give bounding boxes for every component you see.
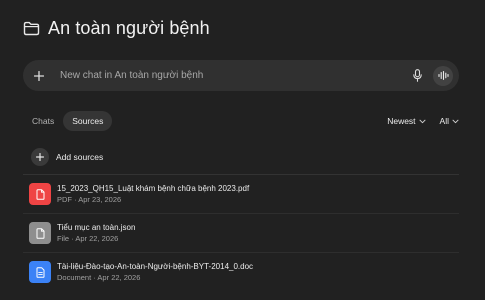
source-name: 15_2023_QH15_Luật khám bệnh chữa bệnh 20… <box>57 184 250 193</box>
add-sources-button[interactable]: Add sources <box>23 146 459 175</box>
source-meta: PDF · Apr 23, 2026 <box>57 195 122 204</box>
generic-file-icon <box>29 222 51 244</box>
document-file-icon <box>29 261 51 283</box>
type-filter-label: All <box>439 116 449 126</box>
new-chat-composer[interactable] <box>23 60 459 91</box>
source-item-doc[interactable]: Tài-liệu-Đào-tạo-An-toàn-Người-bệnh-BYT-… <box>23 253 459 291</box>
microphone-icon[interactable] <box>411 69 423 83</box>
source-name: Tài-liệu-Đào-tạo-An-toàn-Người-bệnh-BYT-… <box>57 262 254 271</box>
project-page: An toàn người bệnh New chat in An toàn n… <box>0 0 485 300</box>
plus-icon <box>31 148 49 166</box>
sort-dropdown[interactable]: Newest <box>387 116 426 126</box>
sort-dropdown-label: Newest <box>387 116 416 126</box>
chevron-down-icon <box>419 119 426 124</box>
project-header: An toàn người bệnh <box>23 0 459 56</box>
voice-mode-button[interactable] <box>433 65 453 86</box>
tabs-row: Chats Sources Newest All <box>23 110 459 132</box>
type-filter-dropdown[interactable]: All <box>440 116 459 126</box>
folder-icon <box>23 19 41 37</box>
source-meta: File · Apr 22, 2026 <box>57 234 119 243</box>
source-item-pdf[interactable]: 15_2023_QH15_Luật khám bệnh chữa bệnh 20… <box>23 175 459 214</box>
source-item-json[interactable]: Tiểu mục an toàn.json File · Apr 22, 202… <box>23 214 459 253</box>
plus-icon[interactable] <box>31 68 47 84</box>
source-list: 15_2023_QH15_Luật khám bệnh chữa bệnh 20… <box>23 175 459 291</box>
add-sources-label: Add sources <box>56 152 104 162</box>
tab-chats[interactable]: Chats <box>23 111 63 131</box>
chevron-down-icon <box>452 119 459 124</box>
tab-sources[interactable]: Sources <box>63 111 113 131</box>
new-chat-input[interactable] <box>60 70 411 81</box>
project-title[interactable]: An toàn người bệnh <box>48 18 210 39</box>
voice-waveform-icon <box>437 71 449 80</box>
pdf-file-icon <box>29 183 51 205</box>
source-name: Tiểu mục an toàn.json <box>57 223 136 232</box>
source-meta: Document · Apr 22, 2026 <box>57 273 141 282</box>
